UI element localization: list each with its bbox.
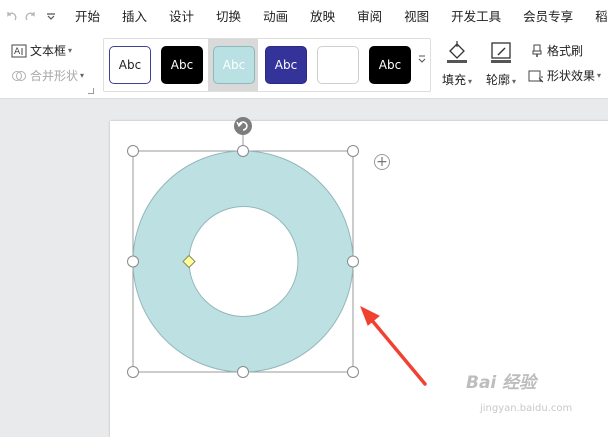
add-element-button[interactable]: + [374,154,390,170]
resize-handle-left[interactable] [127,255,139,268]
resize-handle-top-left[interactable] [127,145,139,157]
resize-handle-right[interactable] [347,255,359,268]
rotate-handle[interactable] [234,117,252,135]
resize-handle-bottom-right[interactable] [347,366,359,378]
resize-handle-bottom[interactable] [237,366,249,378]
donut-shape[interactable] [132,150,354,373]
watermark-url: jingyan.baidu.com [480,403,573,414]
resize-handle-top[interactable] [237,145,249,157]
plus-icon: + [376,154,388,170]
resize-handle-bottom-left[interactable] [127,366,139,378]
resize-handle-top-right[interactable] [347,145,359,157]
watermark: Bai 经验 [466,373,537,393]
annotation-arrow [360,305,427,386]
